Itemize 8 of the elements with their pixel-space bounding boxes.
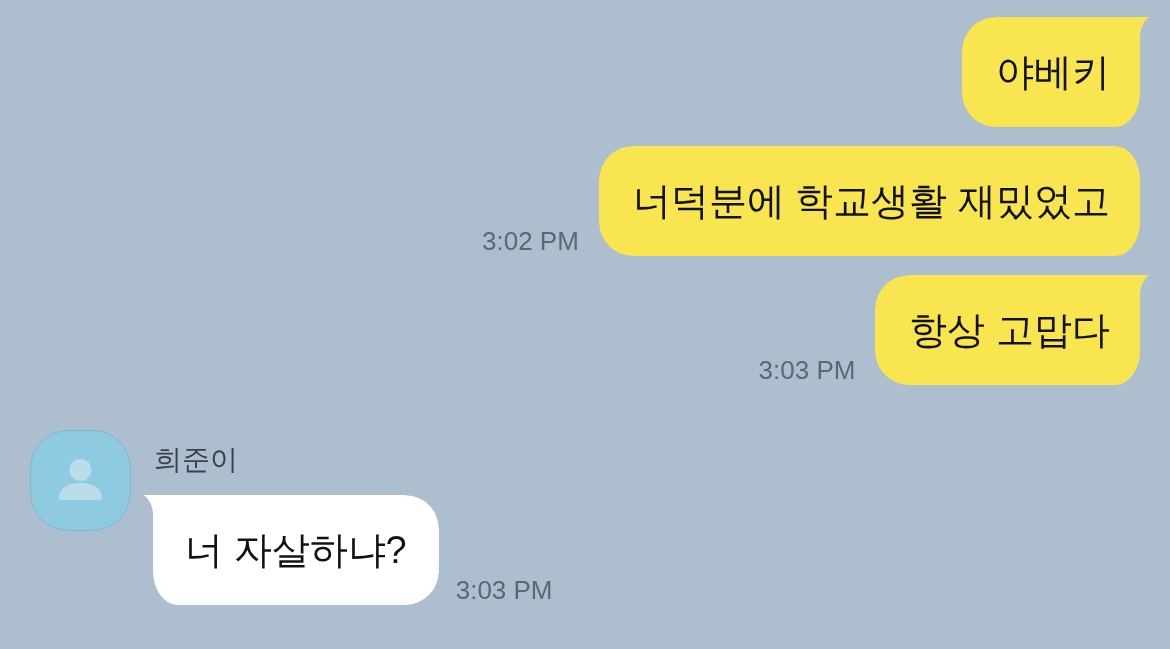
message-time: 3:03 PM bbox=[455, 575, 553, 605]
avatar-icon[interactable] bbox=[30, 430, 131, 531]
message-time: 3:02 PM bbox=[482, 226, 579, 256]
message-bubble: 항상 고맙다 bbox=[875, 275, 1149, 385]
message-time: 3:03 PM bbox=[758, 355, 856, 385]
sender-name: 희준이 bbox=[154, 443, 238, 477]
message-bubble: 너 자살하냐? bbox=[144, 495, 439, 605]
message-bubble: 야베키 bbox=[962, 17, 1149, 127]
